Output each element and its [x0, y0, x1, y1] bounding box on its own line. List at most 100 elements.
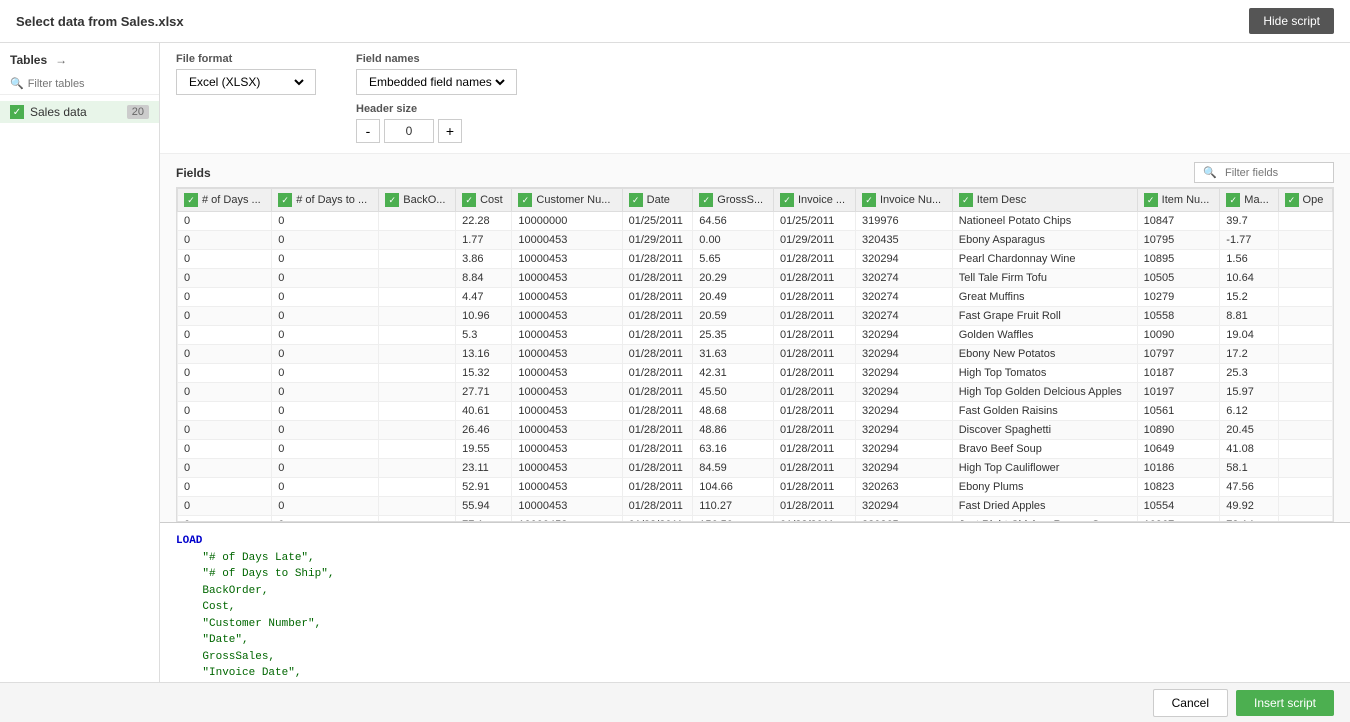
table-cell: 17.2 — [1220, 345, 1278, 364]
file-format-section: File format Excel (XLSX) CSV JSON Field … — [160, 43, 1350, 154]
table-cell: 4.47 — [456, 288, 512, 307]
table-cell: Ebony New Potatos — [952, 345, 1137, 364]
bottom-bar: Cancel Insert script — [0, 682, 1350, 722]
table-cell: 01/28/2011 — [773, 421, 855, 440]
col-header-date[interactable]: Date — [622, 189, 693, 212]
table-header-row: # of Days ... # of Days to ... BackO... … — [178, 189, 1333, 212]
table-cell: 0 — [178, 250, 272, 269]
script-keyword: LOAD — [176, 535, 202, 547]
table-cell: 0 — [178, 497, 272, 516]
table-cell — [379, 231, 456, 250]
data-table-wrap[interactable]: # of Days ... # of Days to ... BackO... … — [176, 187, 1334, 522]
table-cell: 48.86 — [693, 421, 774, 440]
top-bar: Select data from Sales.xlsx Hide script — [0, 0, 1350, 43]
table-cell: 10000453 — [512, 345, 622, 364]
table-cell: 01/29/2011 — [622, 231, 693, 250]
table-cell — [379, 345, 456, 364]
table-cell: Fast Grape Fruit Roll — [952, 307, 1137, 326]
table-cell: Tell Tale Firm Tofu — [952, 269, 1137, 288]
table-cell: 0 — [178, 212, 272, 231]
table-cell: 320274 — [855, 269, 952, 288]
table-cell: 01/28/2011 — [773, 326, 855, 345]
table-cell: 0 — [272, 383, 379, 402]
col-header-ope[interactable]: Ope — [1278, 189, 1332, 212]
table-cell: 10.96 — [456, 307, 512, 326]
insert-script-button[interactable]: Insert script — [1236, 690, 1334, 716]
table-cell: 3.86 — [456, 250, 512, 269]
table-cell: 01/28/2011 — [773, 459, 855, 478]
col-header-invoice[interactable]: Invoice ... — [773, 189, 855, 212]
table-cell: High Top Golden Delcious Apples — [952, 383, 1137, 402]
cancel-button[interactable]: Cancel — [1153, 689, 1228, 717]
col-header-margin[interactable]: Ma... — [1220, 189, 1278, 212]
table-cell: 49.92 — [1220, 497, 1278, 516]
table-cell: 10000453 — [512, 383, 622, 402]
table-cell: 01/28/2011 — [773, 383, 855, 402]
data-table: # of Days ... # of Days to ... BackO... … — [177, 188, 1333, 522]
table-cell: 20.49 — [693, 288, 774, 307]
table-cell: 27.71 — [456, 383, 512, 402]
header-plus-btn[interactable]: + — [438, 119, 462, 143]
table-cell: 10279 — [1137, 288, 1220, 307]
table-cell — [1278, 459, 1332, 478]
table-cell: 5.3 — [456, 326, 512, 345]
table-cell: 320294 — [855, 250, 952, 269]
tables-label: Tables → — [0, 53, 159, 73]
table-cell: 01/28/2011 — [622, 269, 693, 288]
col-header-days-to[interactable]: # of Days to ... — [272, 189, 379, 212]
table-cell — [1278, 269, 1332, 288]
table-cell: -1.77 — [1220, 231, 1278, 250]
table-cell: 320274 — [855, 288, 952, 307]
table-cell: 22.28 — [456, 212, 512, 231]
hide-script-button[interactable]: Hide script — [1249, 8, 1334, 34]
table-cell — [1278, 478, 1332, 497]
col-header-item-num[interactable]: Item Nu... — [1137, 189, 1220, 212]
table-cell: 01/25/2011 — [622, 212, 693, 231]
table-cell: 77.1 — [456, 516, 512, 523]
field-names-select-wrap[interactable]: Embedded field names No field names — [356, 69, 517, 95]
col-header-gross[interactable]: GrossS... — [693, 189, 774, 212]
col-header-cost[interactable]: Cost — [456, 189, 512, 212]
col-header-item-desc[interactable]: Item Desc — [952, 189, 1137, 212]
table-cell: 01/28/2011 — [622, 250, 693, 269]
script-content: LOAD "# of Days Late", "# of Days to Shi… — [160, 523, 1350, 682]
fields-label: Fields — [176, 166, 211, 180]
table-cell: 01/28/2011 — [622, 421, 693, 440]
file-format-select[interactable]: Excel (XLSX) CSV JSON — [185, 74, 307, 90]
table-cell: 01/28/2011 — [773, 307, 855, 326]
filter-tables-input[interactable] — [28, 78, 149, 90]
sales-data-checkbox[interactable] — [10, 105, 24, 119]
header-minus-btn[interactable]: - — [356, 119, 380, 143]
table-cell: 10000453 — [512, 326, 622, 345]
script-field-line: "Date", — [176, 632, 1334, 649]
table-cell: 0 — [178, 269, 272, 288]
table-item-sales-data[interactable]: Sales data 20 — [0, 101, 159, 123]
table-cell: 10505 — [1137, 269, 1220, 288]
table-cell — [1278, 364, 1332, 383]
script-field-line: "# of Days Late", — [176, 550, 1334, 567]
filter-fields-input[interactable] — [1225, 167, 1325, 179]
table-cell: Discover Spaghetti — [952, 421, 1137, 440]
table-cell — [1278, 440, 1332, 459]
header-size-group: Header size - 0 + — [356, 103, 517, 143]
col-header-backorder[interactable]: BackO... — [379, 189, 456, 212]
field-names-select[interactable]: Embedded field names No field names — [365, 74, 508, 90]
table-cell: 10000453 — [512, 402, 622, 421]
table-cell: 10186 — [1137, 459, 1220, 478]
table-cell: 10561 — [1137, 402, 1220, 421]
table-cell: 320294 — [855, 402, 952, 421]
table-cell: High Top Tomatos — [952, 364, 1137, 383]
file-format-select-wrap[interactable]: Excel (XLSX) CSV JSON — [176, 69, 316, 95]
table-cell — [1278, 250, 1332, 269]
table-cell: 01/28/2011 — [622, 440, 693, 459]
table-cell: 64.56 — [693, 212, 774, 231]
col-header-customer[interactable]: Customer Nu... — [512, 189, 622, 212]
table-cell: 10000453 — [512, 231, 622, 250]
script-field-line: "Customer Number", — [176, 616, 1334, 633]
col-header-days[interactable]: # of Days ... — [178, 189, 272, 212]
table-cell — [379, 478, 456, 497]
main-content: Tables → 🔍 Sales data 20 File format Exc… — [0, 43, 1350, 682]
col-header-invoice-num[interactable]: Invoice Nu... — [855, 189, 952, 212]
table-cell: 0 — [178, 345, 272, 364]
table-cell: 320265 — [855, 516, 952, 523]
